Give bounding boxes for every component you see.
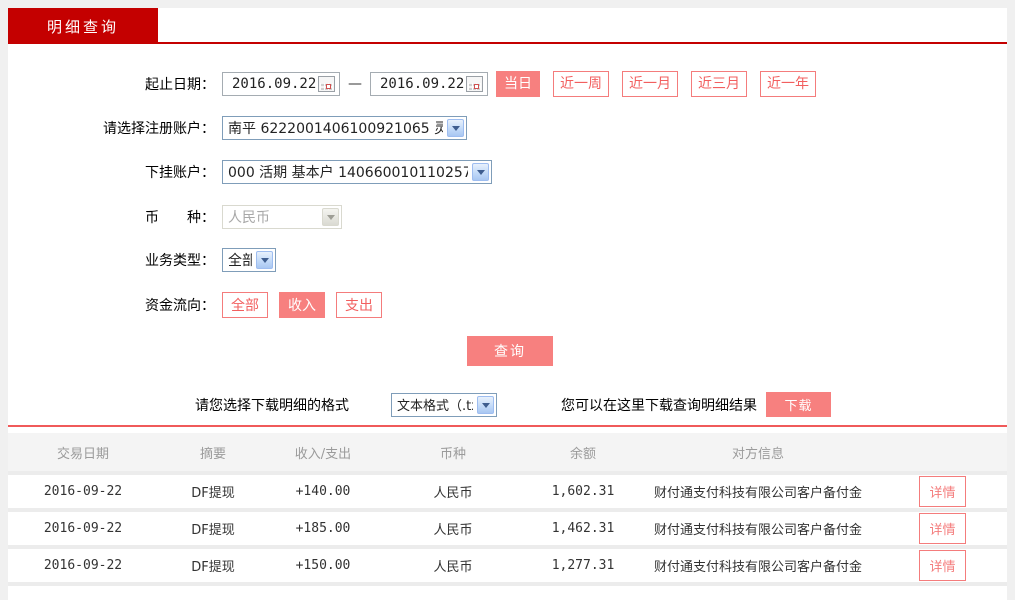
cell-summary: DF提现 — [158, 473, 268, 510]
date-to-value: 2016.09.22 — [380, 76, 466, 92]
date-range-dash: — — [348, 76, 362, 92]
cell-summary: DF提现 — [158, 510, 268, 547]
fund-flow-group: 全部收入支出 — [222, 292, 393, 318]
register-account-row: 请选择注册账户： 南平 6222001406100921065 灵通卡 — [8, 116, 467, 140]
cell-amount: +185.00 — [268, 510, 378, 547]
download-format-select[interactable]: 文本格式（.txt） — [391, 393, 497, 417]
detail-button[interactable]: 详情 — [919, 550, 965, 581]
cell-date: 2016-09-22 — [8, 510, 158, 547]
cell-currency: 人民币 — [378, 473, 528, 510]
query-button[interactable]: 查询 — [467, 336, 553, 366]
cell-action: 详情 — [878, 547, 1007, 584]
quick-range-week[interactable]: 近一周 — [553, 71, 609, 97]
quick-range-year[interactable]: 近一年 — [760, 71, 816, 97]
fund-flow-row: 资金流向： 全部收入支出 — [8, 292, 393, 318]
cell-counterparty: 财付通支付科技有限公司客户备付金 — [638, 510, 878, 547]
cell-counterparty: 财付通支付科技有限公司客户备付金 — [638, 473, 878, 510]
cell-balance: 1,462.31 — [528, 510, 638, 547]
quick-range-group: 当日近一周近一月近三月近一年 — [488, 71, 816, 97]
table-header-cell — [878, 433, 1007, 473]
quick-range-today[interactable]: 当日 — [496, 71, 540, 97]
download-format-label: 请您选择下载明细的格式 — [195, 395, 391, 415]
table-row: 2016-09-22DF提现+140.00人民币1,602.31财付通支付科技有… — [8, 473, 1007, 510]
date-from-input[interactable]: 2016.09.22 — [222, 72, 340, 96]
cell-date: 2016-09-22 — [8, 473, 158, 510]
download-hint: 您可以在这里下载查询明细结果 — [561, 395, 757, 415]
download-row: 请您选择下载明细的格式 文本格式（.txt） 您可以在这里下载查询明细结果 下载 — [195, 392, 831, 417]
table-header-cell: 余额 — [528, 433, 638, 473]
cell-summary: DF提现 — [158, 547, 268, 584]
business-type-label: 业务类型： — [8, 250, 215, 270]
table-header-row: 交易日期摘要收入/支出币种余额对方信息 — [8, 433, 1007, 473]
table-separator-line — [8, 425, 1007, 427]
quick-range-month[interactable]: 近一月 — [622, 71, 678, 97]
sub-account-row: 下挂账户： 000 活期 基本户 1406600101102571848 — [8, 160, 492, 184]
currency-label: 币 种： — [8, 207, 215, 227]
chevron-down-icon — [322, 208, 339, 226]
register-account-select[interactable]: 南平 6222001406100921065 灵通卡 — [222, 116, 467, 140]
fund-flow-expense[interactable]: 支出 — [336, 292, 382, 318]
chevron-down-icon — [447, 119, 464, 137]
calendar-icon[interactable] — [318, 76, 335, 92]
fund-flow-label: 资金流向： — [8, 295, 215, 315]
date-range-label: 起止日期： — [8, 74, 215, 94]
cell-counterparty: 财付通支付科技有限公司客户备付金 — [638, 547, 878, 584]
cell-balance: 1,277.31 — [528, 547, 638, 584]
currency-value: 人民币 — [228, 207, 318, 227]
table-header-cell: 收入/支出 — [268, 433, 378, 473]
detail-button[interactable]: 详情 — [919, 476, 965, 507]
currency-row: 币 种： 人民币 — [8, 205, 342, 229]
register-account-value: 南平 6222001406100921065 灵通卡 — [228, 118, 443, 138]
currency-select: 人民币 — [222, 205, 342, 229]
cell-currency: 人民币 — [378, 547, 528, 584]
cell-action: 详情 — [878, 510, 1007, 547]
sub-account-select[interactable]: 000 活期 基本户 1406600101102571848 — [222, 160, 492, 184]
cell-amount: +150.00 — [268, 547, 378, 584]
cell-balance: 1,602.31 — [528, 473, 638, 510]
download-format-value: 文本格式（.txt） — [397, 395, 473, 414]
fund-flow-all[interactable]: 全部 — [222, 292, 268, 318]
table-header-cell: 摘要 — [158, 433, 268, 473]
sub-account-label: 下挂账户： — [8, 162, 215, 182]
business-type-select[interactable]: 全部 — [222, 248, 276, 272]
table-header-cell: 币种 — [378, 433, 528, 473]
table-row: 2016-09-22DF提现+185.00人民币1,462.31财付通支付科技有… — [8, 510, 1007, 547]
cell-amount: +140.00 — [268, 473, 378, 510]
download-button[interactable]: 下载 — [766, 392, 831, 417]
tab-bar: 明细查询 — [8, 8, 1007, 44]
business-type-value: 全部 — [228, 250, 252, 270]
main-panel: 明细查询 起止日期： 2016.09.22 — 2016.09.22 当日近一周… — [8, 8, 1007, 600]
chevron-down-icon — [477, 396, 494, 414]
transaction-table: 交易日期摘要收入/支出币种余额对方信息 2016-09-22DF提现+140.0… — [8, 433, 1007, 586]
tab-detail-query[interactable]: 明细查询 — [8, 8, 158, 44]
tab-label: 明细查询 — [47, 16, 119, 37]
detail-button[interactable]: 详情 — [919, 513, 965, 544]
table-row: 2016-09-22DF提现+150.00人民币1,277.31财付通支付科技有… — [8, 547, 1007, 584]
table-header-cell: 对方信息 — [638, 433, 878, 473]
fund-flow-income[interactable]: 收入 — [279, 292, 325, 318]
cell-action: 详情 — [878, 473, 1007, 510]
cell-date: 2016-09-22 — [8, 547, 158, 584]
chevron-down-icon — [256, 251, 273, 269]
table-body: 2016-09-22DF提现+140.00人民币1,602.31财付通支付科技有… — [8, 473, 1007, 584]
cell-currency: 人民币 — [378, 510, 528, 547]
quick-range-quarter[interactable]: 近三月 — [691, 71, 747, 97]
chevron-down-icon — [472, 163, 489, 181]
sub-account-value: 000 活期 基本户 1406600101102571848 — [228, 162, 468, 182]
date-range-row: 起止日期： 2016.09.22 — 2016.09.22 当日近一周近一月近三… — [8, 71, 816, 97]
business-type-row: 业务类型： 全部 — [8, 248, 276, 272]
register-account-label: 请选择注册账户： — [8, 118, 215, 138]
date-to-input[interactable]: 2016.09.22 — [370, 72, 488, 96]
date-from-value: 2016.09.22 — [232, 76, 318, 92]
table-header-cell: 交易日期 — [8, 433, 158, 473]
calendar-icon[interactable] — [466, 76, 483, 92]
